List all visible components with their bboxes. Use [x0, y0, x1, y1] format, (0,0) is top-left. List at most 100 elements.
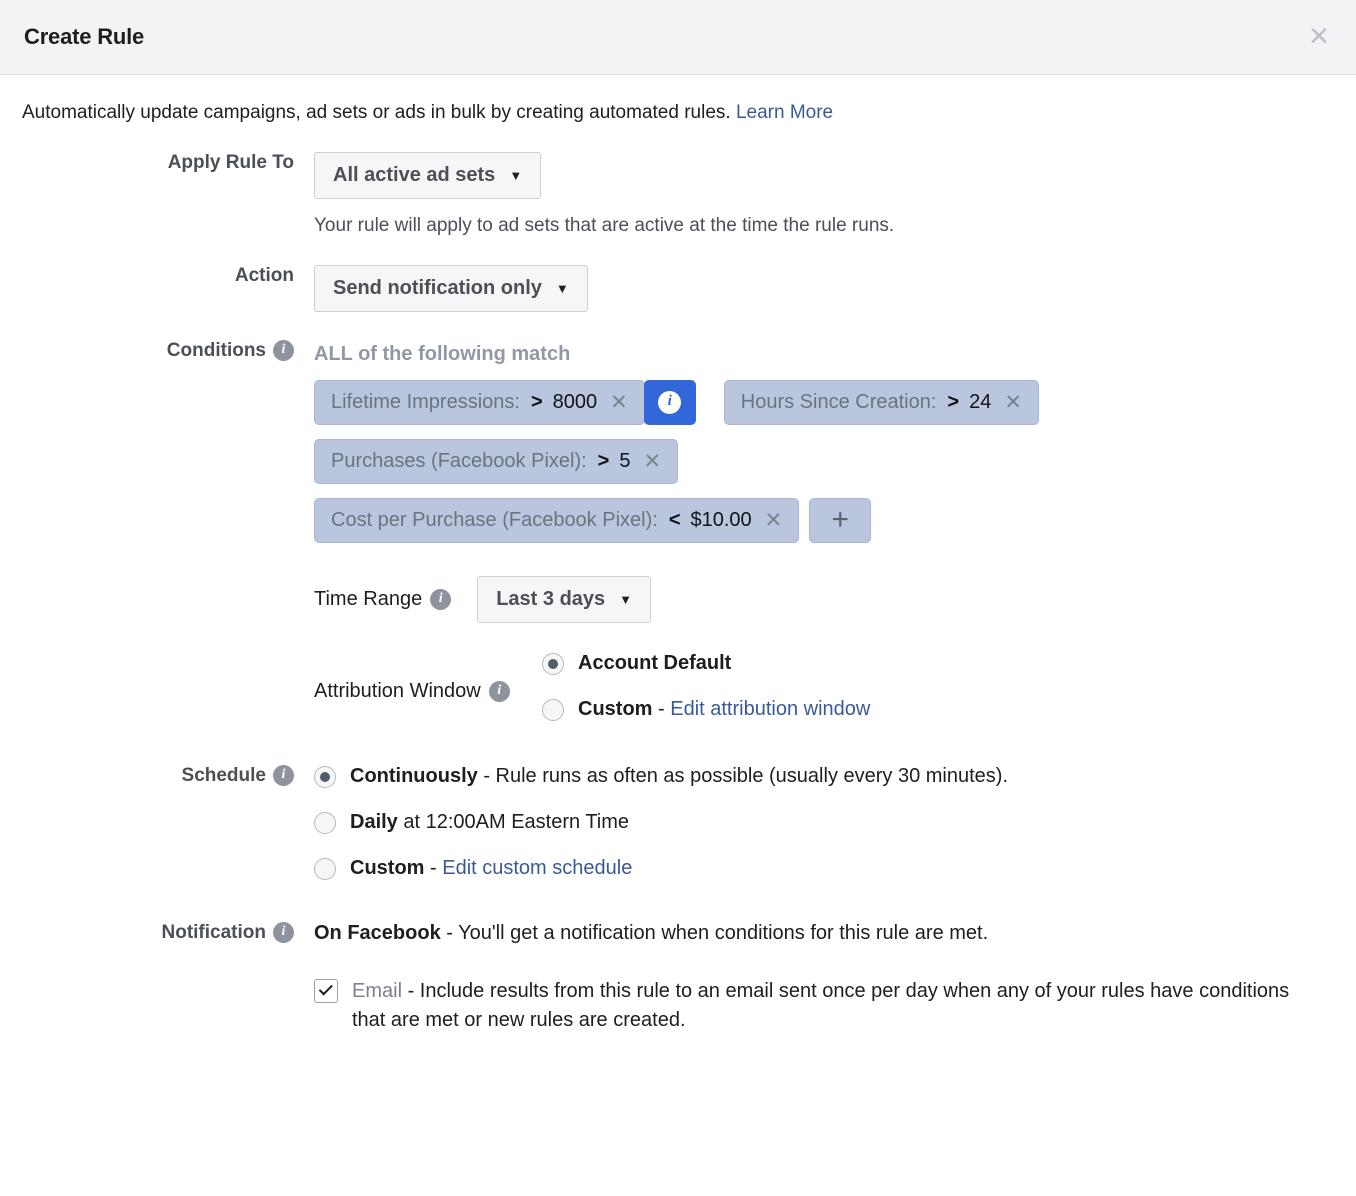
remove-condition-icon[interactable]: ✕	[765, 510, 783, 531]
schedule-label: Schedule i	[22, 764, 314, 787]
apply-rule-to-dropdown[interactable]: All active ad sets ▼	[314, 152, 541, 199]
action-value: Send notification only	[333, 277, 542, 300]
chip-spacer	[696, 380, 724, 425]
remove-condition-icon[interactable]: ✕	[643, 451, 661, 472]
notification-email-desc: - Include results from this rule to an e…	[352, 980, 1289, 1031]
action-dropdown[interactable]: Send notification only ▼	[314, 265, 588, 312]
time-range-value: Last 3 days	[496, 588, 605, 611]
notification-facebook-desc: - You'll get a notification when conditi…	[441, 922, 988, 944]
notification-label: Notification i	[22, 921, 314, 944]
condition-chip-name: Cost per Purchase (Facebook Pixel):	[331, 509, 658, 532]
add-condition-button[interactable]: +	[809, 498, 871, 543]
condition-chip-operator: <	[669, 509, 681, 532]
conditions-row: Conditions i ALL of the following match …	[22, 340, 1334, 722]
condition-chip-operator: >	[947, 391, 959, 414]
apply-rule-to-label: Apply Rule To	[22, 152, 314, 174]
chevron-down-icon: ▼	[556, 282, 569, 295]
schedule-option-title: Daily	[350, 811, 398, 833]
time-range-dropdown[interactable]: Last 3 days ▼	[477, 576, 651, 623]
attribution-option-title: Account Default	[578, 652, 731, 674]
info-icon[interactable]: i	[273, 765, 294, 786]
schedule-label-text: Schedule	[182, 765, 266, 787]
apply-rule-to-helper: Your rule will apply to ad sets that are…	[314, 215, 1334, 237]
radio-icon[interactable]	[314, 858, 336, 880]
notification-facebook-title: On Facebook	[314, 922, 441, 944]
dialog-description-text: Automatically update campaigns, ad sets …	[22, 102, 731, 123]
action-field: Send notification only ▼	[314, 265, 1334, 312]
page-title: Create Rule	[24, 24, 144, 50]
info-icon[interactable]: i	[273, 340, 294, 361]
notification-label-text: Notification	[162, 922, 267, 944]
condition-chip[interactable]: Purchases (Facebook Pixel): > 5 ✕	[314, 439, 678, 484]
condition-chip-name: Lifetime Impressions:	[331, 391, 520, 414]
schedule-option-suffix: at 12:00AM Eastern Time	[398, 811, 629, 833]
info-icon[interactable]: i	[489, 681, 510, 702]
condition-chip-name: Hours Since Creation:	[741, 391, 937, 414]
info-icon[interactable]: i	[273, 922, 294, 943]
schedule-option-label: Custom - Edit custom schedule	[350, 856, 632, 881]
attribution-window-row: Attribution Window i Account Default Cus…	[314, 651, 1334, 722]
attribution-option-suffix: -	[652, 698, 670, 720]
schedule-options: Continuously - Rule runs as often as pos…	[314, 764, 1334, 881]
edit-custom-schedule-link[interactable]: Edit custom schedule	[442, 857, 632, 879]
notification-options: On Facebook - You'll get a notification …	[314, 921, 1334, 1035]
condition-chip-row: Lifetime Impressions: > 8000 ✕ i Hours S…	[314, 380, 1334, 425]
schedule-option-custom[interactable]: Custom - Edit custom schedule	[314, 856, 1334, 881]
condition-chip-value: $10.00	[691, 509, 752, 532]
schedule-option-label: Continuously - Rule runs as often as pos…	[350, 764, 1008, 789]
info-icon[interactable]: i	[430, 589, 451, 610]
condition-chip[interactable]: Lifetime Impressions: > 8000 ✕	[314, 380, 645, 425]
action-label: Action	[22, 265, 314, 287]
schedule-option-continuously[interactable]: Continuously - Rule runs as often as pos…	[314, 764, 1334, 789]
radio-icon[interactable]	[314, 812, 336, 834]
attribution-option-label: Custom - Edit attribution window	[578, 697, 870, 722]
chevron-down-icon: ▼	[619, 593, 632, 606]
apply-rule-to-row: Apply Rule To All active ad sets ▼ Your …	[22, 152, 1334, 237]
remove-condition-icon[interactable]: ✕	[1004, 392, 1022, 413]
condition-info-button[interactable]: i	[644, 380, 696, 425]
attribution-window-label: Attribution Window i	[314, 651, 542, 703]
schedule-option-daily[interactable]: Daily at 12:00AM Eastern Time	[314, 810, 1334, 835]
condition-chip-operator: >	[531, 391, 543, 414]
dialog-header: Create Rule ✕	[0, 0, 1356, 75]
info-icon: i	[658, 391, 681, 414]
attribution-window-options: Account Default Custom - Edit attributio…	[542, 651, 870, 722]
time-range-label: Time Range i	[314, 588, 451, 611]
time-range-label-text: Time Range	[314, 588, 422, 611]
dialog-body: Automatically update campaigns, ad sets …	[0, 75, 1356, 1035]
radio-icon[interactable]	[314, 766, 336, 788]
radio-icon[interactable]	[542, 653, 564, 675]
attribution-option-label: Account Default	[578, 651, 731, 676]
notification-row: Notification i On Facebook - You'll get …	[22, 921, 1334, 1035]
schedule-option-suffix: -	[424, 857, 442, 879]
radio-icon[interactable]	[542, 699, 564, 721]
close-icon[interactable]: ✕	[1304, 22, 1334, 52]
edit-attribution-window-link[interactable]: Edit attribution window	[670, 698, 870, 720]
condition-chip-value: 8000	[553, 391, 598, 414]
notification-email-label: Email - Include results from this rule t…	[352, 977, 1324, 1035]
attribution-option-custom[interactable]: Custom - Edit attribution window	[542, 697, 870, 722]
attribution-option-account-default[interactable]: Account Default	[542, 651, 870, 676]
condition-chip-value: 24	[969, 391, 991, 414]
condition-chip[interactable]: Cost per Purchase (Facebook Pixel): < $1…	[314, 498, 799, 543]
attribution-window-label-text: Attribution Window	[314, 680, 481, 703]
schedule-option-label: Daily at 12:00AM Eastern Time	[350, 810, 629, 835]
chevron-down-icon: ▼	[509, 169, 522, 182]
learn-more-link[interactable]: Learn More	[736, 102, 833, 123]
notification-on-facebook: On Facebook - You'll get a notification …	[314, 921, 1334, 946]
notification-email-option[interactable]: Email - Include results from this rule t…	[314, 977, 1324, 1035]
condition-chip-name: Purchases (Facebook Pixel):	[331, 450, 587, 473]
schedule-option-title: Custom	[350, 857, 424, 879]
schedule-row: Schedule i Continuously - Rule runs as o…	[22, 764, 1334, 881]
schedule-option-title: Continuously	[350, 765, 478, 787]
attribution-option-title: Custom	[578, 698, 652, 720]
condition-chip-row: Cost per Purchase (Facebook Pixel): < $1…	[314, 498, 1334, 543]
remove-condition-icon[interactable]: ✕	[610, 392, 628, 413]
condition-chip[interactable]: Hours Since Creation: > 24 ✕	[724, 380, 1039, 425]
condition-chip-row: Purchases (Facebook Pixel): > 5 ✕	[314, 439, 1334, 484]
check-icon	[318, 981, 332, 995]
apply-rule-to-field: All active ad sets ▼ Your rule will appl…	[314, 152, 1334, 237]
email-checkbox[interactable]	[314, 979, 338, 1003]
apply-rule-to-value: All active ad sets	[333, 164, 495, 187]
conditions-field: ALL of the following match Lifetime Impr…	[314, 340, 1334, 722]
